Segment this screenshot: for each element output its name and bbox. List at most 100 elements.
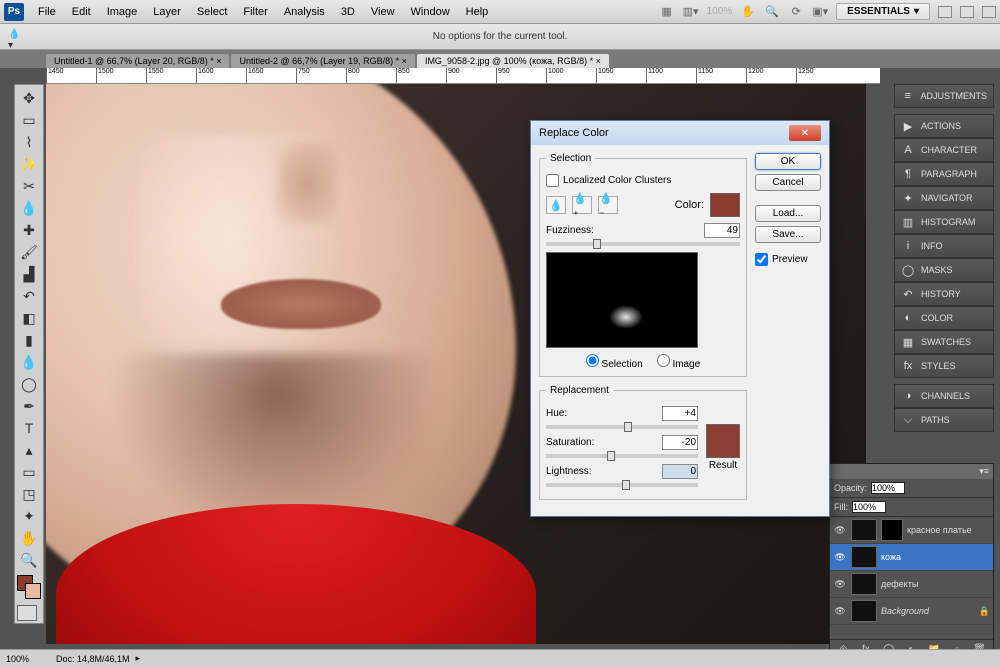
hue-input[interactable] — [662, 406, 698, 421]
hue-slider[interactable] — [546, 425, 698, 429]
hand-icon[interactable]: ✋ — [740, 4, 756, 20]
panel-styles[interactable]: fxSTYLES — [894, 354, 994, 378]
marquee-tool[interactable]: ▭ — [17, 109, 41, 131]
panel-character[interactable]: ACHARACTER — [894, 138, 994, 162]
zoom-tool[interactable]: 🔍 — [17, 549, 41, 571]
result-color-swatch[interactable] — [706, 424, 740, 458]
menu-view[interactable]: View — [363, 6, 403, 18]
3d-tool[interactable]: ◳ — [17, 483, 41, 505]
workspace-switcher[interactable]: ESSENTIALS▾ — [836, 3, 930, 20]
wand-tool[interactable]: ✨ — [17, 153, 41, 175]
menu-help[interactable]: Help — [458, 6, 497, 18]
radio-image[interactable]: Image — [657, 354, 701, 370]
lasso-tool[interactable]: ⌇ — [17, 131, 41, 153]
lightness-input[interactable] — [662, 464, 698, 479]
move-tool[interactable]: ✥ — [17, 87, 41, 109]
status-zoom[interactable]: 100% — [6, 654, 56, 664]
visibility-icon[interactable]: 👁 — [833, 525, 847, 536]
lightness-slider[interactable] — [546, 483, 698, 487]
dodge-tool[interactable]: ◯ — [17, 373, 41, 395]
menu-image[interactable]: Image — [99, 6, 146, 18]
opacity-input[interactable] — [871, 482, 905, 494]
panel-menu-icon[interactable]: ▾≡ — [979, 466, 989, 477]
panel-adjustments[interactable]: ≡ADJUSTMENTS — [894, 84, 994, 108]
eyedropper-sub-icon[interactable]: 💧₋ — [598, 196, 618, 214]
panel-channels[interactable]: ◑CHANNELS — [894, 384, 994, 408]
panel-color[interactable]: ◐COLOR — [894, 306, 994, 330]
menu-file[interactable]: File — [30, 6, 64, 18]
panel-swatches[interactable]: ▦SWATCHES — [894, 330, 994, 354]
3d-camera-tool[interactable]: ✦ — [17, 505, 41, 527]
menu-filter[interactable]: Filter — [235, 6, 275, 18]
gradient-tool[interactable]: ▮ — [17, 329, 41, 351]
eyedropper-icon[interactable]: 💧 — [546, 196, 566, 214]
zoom-icon[interactable]: 🔍 — [764, 4, 780, 20]
layer-row[interactable]: 👁 красное платье — [830, 517, 993, 544]
stamp-tool[interactable]: ▟ — [17, 263, 41, 285]
visibility-icon[interactable]: 👁 — [833, 579, 847, 590]
screen-mode-icon[interactable]: ▣▾ — [812, 4, 828, 20]
radio-selection[interactable]: Selection — [586, 354, 643, 370]
path-select-tool[interactable]: ▴ — [17, 439, 41, 461]
panel-paragraph[interactable]: ¶PARAGRAPH — [894, 162, 994, 186]
saturation-slider[interactable] — [546, 454, 698, 458]
load-button[interactable]: Load... — [755, 205, 821, 222]
menu-window[interactable]: Window — [403, 6, 458, 18]
hand-tool[interactable]: ✋ — [17, 527, 41, 549]
doc-tab-2[interactable]: Untitled-2 @ 66,7% (Layer 19, RGB/8) * × — [231, 54, 414, 68]
blur-tool[interactable]: 💧 — [17, 351, 41, 373]
crop-tool[interactable]: ✂ — [17, 175, 41, 197]
eyedropper-tool[interactable]: 💧 — [17, 197, 41, 219]
type-tool[interactable]: T — [17, 417, 41, 439]
menu-edit[interactable]: Edit — [64, 6, 99, 18]
current-tool-icon[interactable]: 💧▾ — [8, 29, 24, 45]
fuzziness-input[interactable] — [704, 223, 740, 238]
menu-analysis[interactable]: Analysis — [276, 6, 333, 18]
visibility-icon[interactable]: 👁 — [833, 606, 847, 617]
panel-navigator[interactable]: ✦NAVIGATOR — [894, 186, 994, 210]
pen-tool[interactable]: ✒ — [17, 395, 41, 417]
menu-layer[interactable]: Layer — [145, 6, 189, 18]
arrange-docs-icon[interactable]: ▥▾ — [683, 4, 699, 20]
doc-tab-3[interactable]: IMG_9058-2.jpg @ 100% (кожа, RGB/8) * × — [417, 54, 609, 68]
layer-row[interactable]: 👁 кожа — [830, 544, 993, 571]
minimize-icon[interactable] — [938, 6, 952, 18]
dialog-close-button[interactable]: ✕ — [789, 125, 821, 141]
shape-tool[interactable]: ▭ — [17, 461, 41, 483]
status-menu-icon[interactable]: ▸ — [136, 653, 141, 664]
ok-button[interactable]: OK — [755, 153, 821, 170]
maximize-icon[interactable] — [960, 6, 974, 18]
panel-histogram[interactable]: ▥HISTOGRAM — [894, 210, 994, 234]
brush-tool[interactable]: 🖌 — [17, 241, 41, 263]
eyedropper-add-icon[interactable]: 💧₊ — [572, 196, 592, 214]
eraser-tool[interactable]: ◧ — [17, 307, 41, 329]
save-button[interactable]: Save... — [755, 226, 821, 243]
saturation-input[interactable] — [662, 435, 698, 450]
preview-checkbox[interactable] — [755, 253, 768, 266]
color-swatches[interactable] — [17, 575, 41, 599]
selection-color-swatch[interactable] — [710, 193, 740, 217]
rotate-icon[interactable]: ⟳ — [788, 4, 804, 20]
panel-history[interactable]: ↶HISTORY — [894, 282, 994, 306]
dialog-titlebar[interactable]: Replace Color ✕ — [531, 121, 829, 145]
quickmask-icon[interactable] — [17, 605, 37, 621]
doc-tab-1[interactable]: Untitled-1 @ 66,7% (Layer 20, RGB/8) * × — [46, 54, 229, 68]
background-color[interactable] — [25, 583, 41, 599]
layer-row[interactable]: 👁 дефекты — [830, 571, 993, 598]
localized-clusters-checkbox[interactable] — [546, 174, 559, 187]
cancel-button[interactable]: Cancel — [755, 174, 821, 191]
menu-3d[interactable]: 3D — [333, 6, 363, 18]
history-brush-tool[interactable]: ↶ — [17, 285, 41, 307]
panel-masks[interactable]: ◯MASKS — [894, 258, 994, 282]
panel-actions[interactable]: ▶ACTIONS — [894, 114, 994, 138]
launch-bridge-icon[interactable]: ▦ — [659, 4, 675, 20]
panel-paths[interactable]: ⌵PATHS — [894, 408, 994, 432]
layer-row[interactable]: 👁 Background 🔒 — [830, 598, 993, 625]
visibility-icon[interactable]: 👁 — [833, 552, 847, 563]
close-window-icon[interactable] — [982, 6, 996, 18]
fill-input[interactable] — [852, 501, 886, 513]
panel-info[interactable]: iINFO — [894, 234, 994, 258]
heal-tool[interactable]: ✚ — [17, 219, 41, 241]
menu-select[interactable]: Select — [189, 6, 236, 18]
fuzziness-slider[interactable] — [546, 242, 740, 246]
